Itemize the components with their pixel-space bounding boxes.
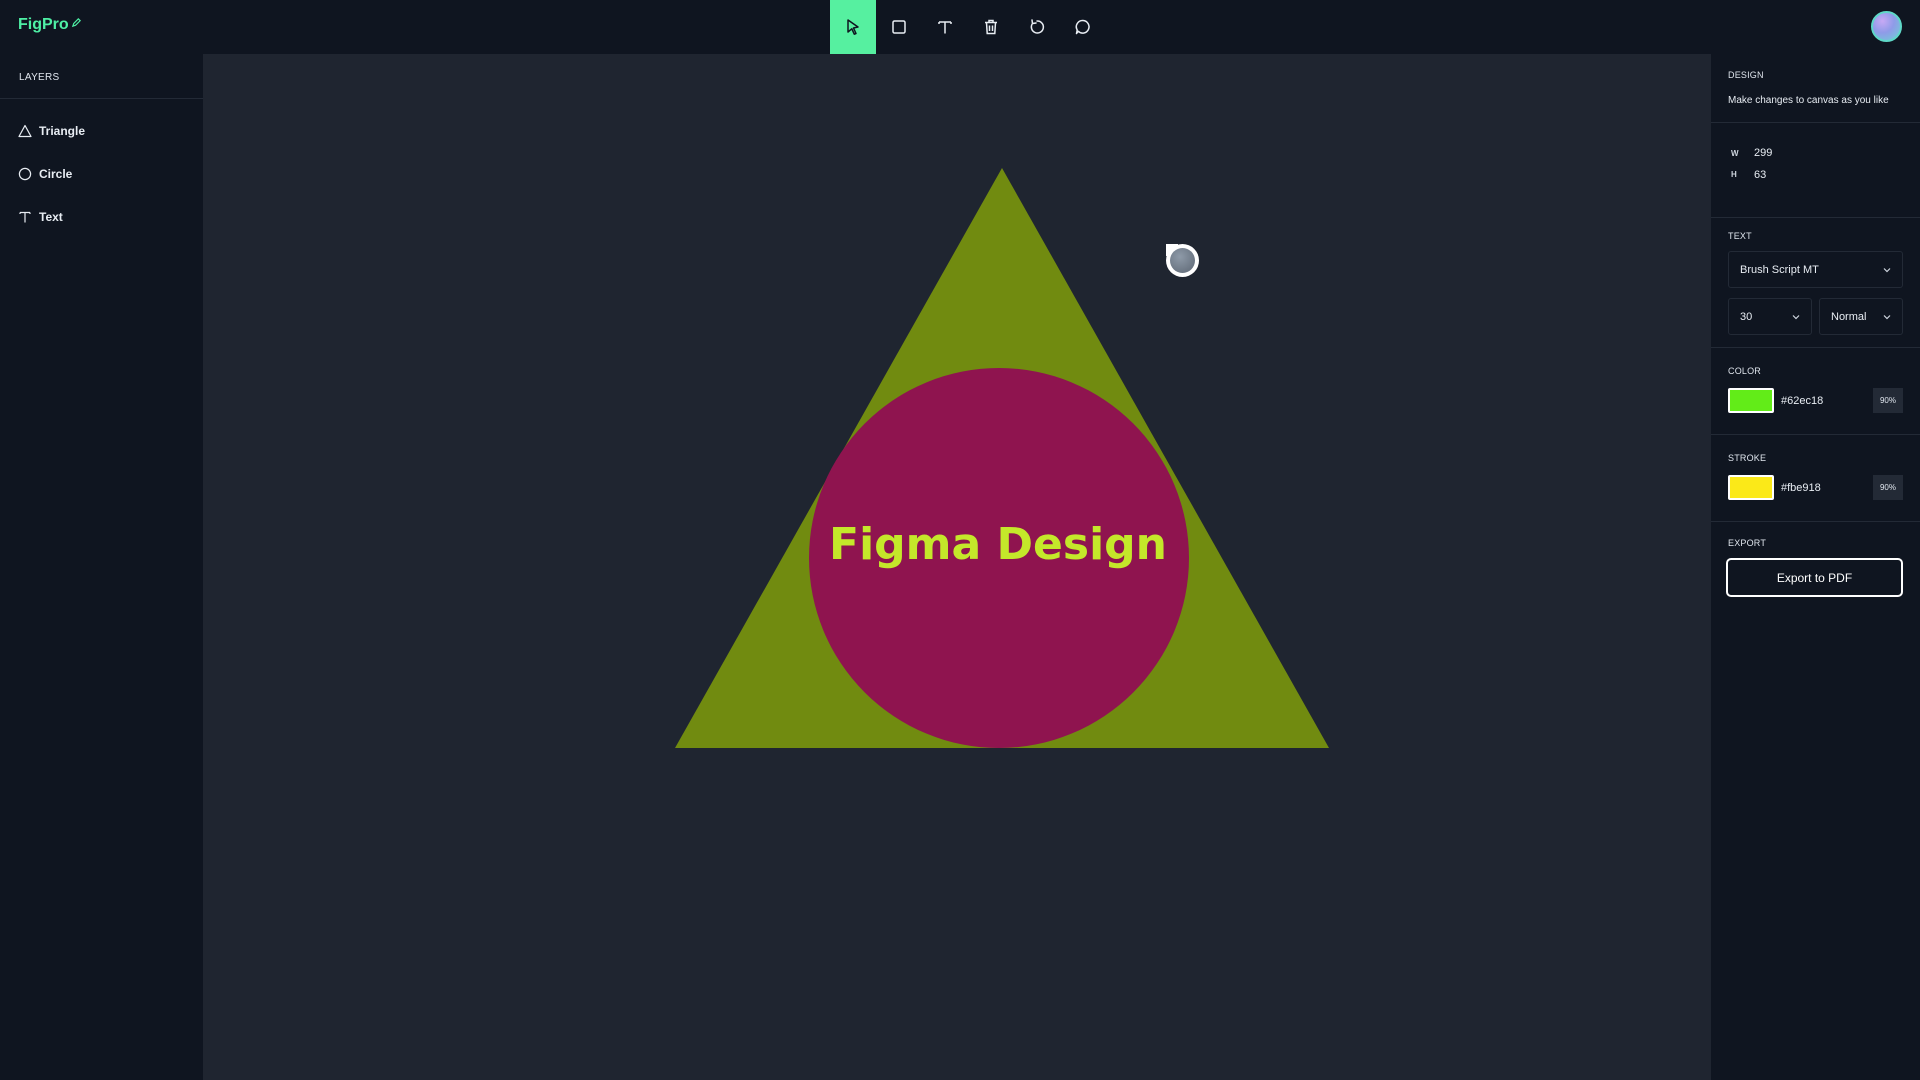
design-subtitle: Make changes to canvas as you like: [1728, 95, 1889, 106]
collaborator-avatar: [1170, 248, 1195, 273]
design-title: DESIGN: [1728, 70, 1764, 80]
user-avatar[interactable]: [1871, 11, 1902, 42]
toolbar: [830, 0, 1106, 54]
top-bar: FigPro: [0, 0, 1920, 54]
height-label: H: [1731, 170, 1737, 179]
font-weight-value: Normal: [1831, 310, 1867, 323]
pen-icon: [71, 17, 81, 27]
font-size-value: 30: [1740, 310, 1753, 323]
stroke-section: STROKE #fbe918 90%: [1711, 435, 1920, 522]
stroke-swatch[interactable]: [1728, 475, 1774, 500]
stroke-title: STROKE: [1728, 453, 1767, 463]
stroke-hex-input[interactable]: #fbe918: [1781, 482, 1871, 494]
square-icon: [892, 20, 906, 34]
text-tool-button[interactable]: [922, 0, 968, 54]
chevron-down-icon: [1792, 314, 1800, 319]
delete-tool-button[interactable]: [968, 0, 1014, 54]
color-row: #62ec18 90%: [1728, 388, 1920, 413]
chevron-down-icon: [1883, 267, 1891, 272]
text-title: TEXT: [1728, 231, 1752, 241]
app-logo[interactable]: FigPro: [18, 16, 82, 34]
font-size-select[interactable]: 30: [1728, 298, 1812, 335]
canvas-shapes: Figma Design: [675, 168, 1329, 748]
width-input[interactable]: 299: [1754, 147, 1772, 159]
layer-label: Text: [39, 209, 63, 224]
width-label: W: [1731, 148, 1739, 158]
font-family-select[interactable]: Brush Script MT: [1728, 251, 1903, 288]
app-name: FigPro: [18, 16, 69, 33]
font-weight-select[interactable]: Normal: [1819, 298, 1903, 335]
cursor-arrow-icon: [847, 19, 859, 35]
design-canvas[interactable]: Figma Design: [203, 54, 1711, 1080]
export-title: EXPORT: [1728, 538, 1767, 548]
chevron-down-icon: [1883, 314, 1891, 319]
reset-tool-button[interactable]: [1014, 0, 1060, 54]
design-panel: DESIGN Make changes to canvas as you lik…: [1711, 54, 1920, 1080]
rectangle-tool-button[interactable]: [876, 0, 922, 54]
layers-panel: LAYERS Triangle Circle Text: [0, 54, 203, 1080]
stroke-opacity[interactable]: 90%: [1873, 475, 1903, 500]
canvas-text[interactable]: Figma Design: [829, 519, 1167, 570]
text-section: TEXT Brush Script MT 30 Normal: [1711, 218, 1920, 348]
font-family-value: Brush Script MT: [1740, 263, 1819, 276]
dimensions-section: W 299 H 63: [1711, 123, 1920, 218]
color-hex-input[interactable]: #62ec18: [1781, 395, 1871, 407]
color-opacity[interactable]: 90%: [1873, 388, 1903, 413]
trash-icon: [985, 19, 997, 35]
height-row[interactable]: H 63: [1728, 153, 1920, 196]
stroke-row: #fbe918 90%: [1728, 475, 1920, 500]
reset-icon: [1030, 19, 1045, 34]
comment-icon: [1075, 19, 1090, 35]
height-input[interactable]: 63: [1754, 169, 1766, 181]
layer-item-text[interactable]: Text: [0, 195, 203, 238]
layer-item-circle[interactable]: Circle: [0, 152, 203, 195]
text-icon: [19, 211, 31, 222]
layer-label: Circle: [39, 166, 73, 181]
select-tool-button[interactable]: [830, 0, 876, 54]
color-section: COLOR #62ec18 90%: [1711, 348, 1920, 435]
export-pdf-button[interactable]: Export to PDF: [1726, 558, 1903, 597]
color-title: COLOR: [1728, 366, 1762, 376]
layer-item-triangle[interactable]: Triangle: [0, 109, 203, 152]
circle-icon: [18, 167, 32, 180]
export-section: EXPORT Export to PDF: [1711, 522, 1920, 597]
triangle-icon: [18, 124, 32, 137]
collaborator-cursor: [1166, 244, 1199, 277]
design-section: DESIGN Make changes to canvas as you lik…: [1711, 54, 1920, 123]
comment-tool-button[interactable]: [1060, 0, 1106, 54]
text-icon: [938, 21, 952, 34]
layers-title: LAYERS: [0, 54, 203, 99]
color-swatch[interactable]: [1728, 388, 1774, 413]
layer-label: Triangle: [39, 123, 86, 138]
